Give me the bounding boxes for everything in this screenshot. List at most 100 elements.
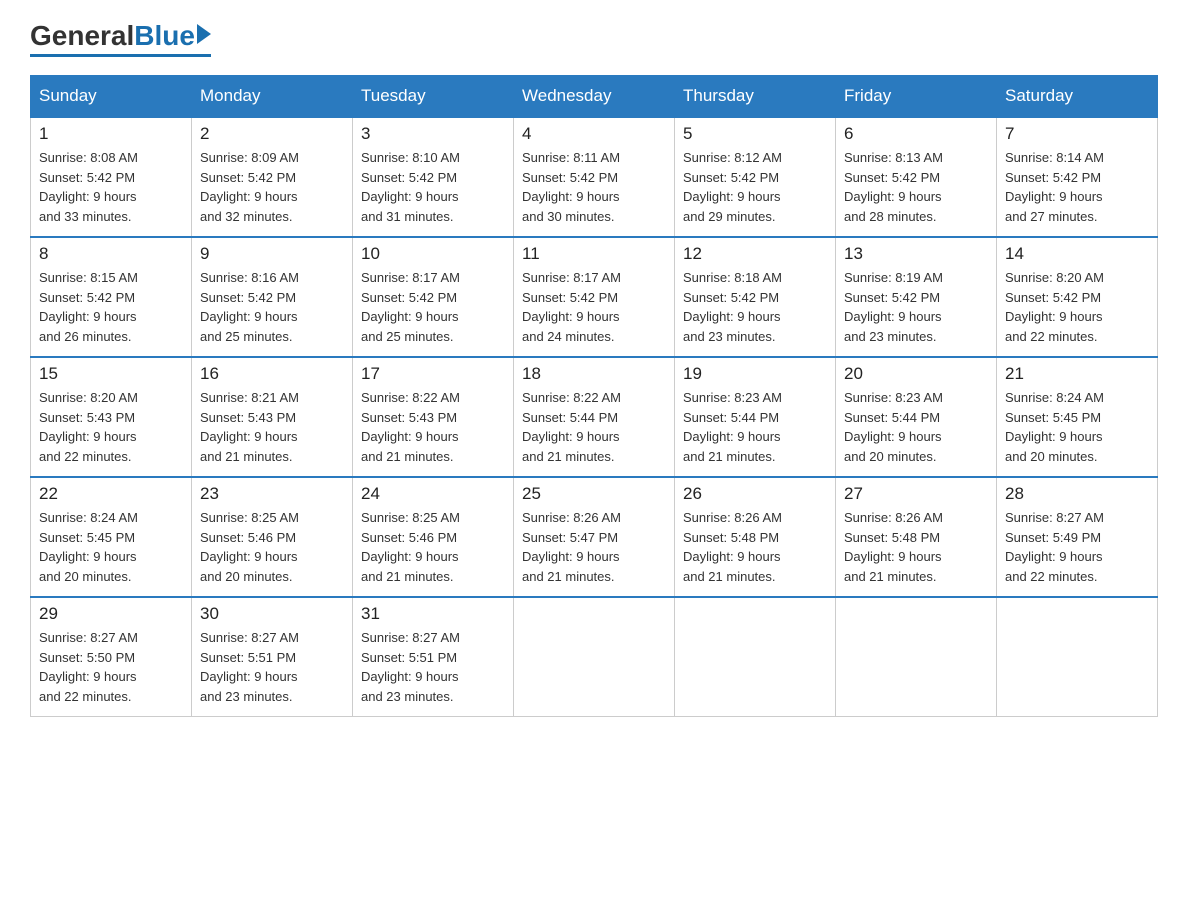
day-number: 6 — [844, 124, 988, 144]
weekday-header-tuesday: Tuesday — [353, 76, 514, 118]
day-cell-11: 11Sunrise: 8:17 AMSunset: 5:42 PMDayligh… — [514, 237, 675, 357]
day-cell-14: 14Sunrise: 8:20 AMSunset: 5:42 PMDayligh… — [997, 237, 1158, 357]
day-number: 22 — [39, 484, 183, 504]
empty-cell — [836, 597, 997, 717]
day-info: Sunrise: 8:25 AMSunset: 5:46 PMDaylight:… — [200, 508, 344, 586]
day-cell-20: 20 Sunrise: 8:23 AMSunset: 5:44 PMDayligh… — [836, 357, 997, 477]
page-header: General Blue — [30, 20, 1158, 57]
logo-blue-text: Blue — [134, 20, 195, 52]
day-info: Sunrise: 8:22 AMSunset: 5:43 PMDaylight:… — [361, 388, 505, 466]
day-cell-25: 25 Sunrise: 8:26 AMSunset: 5:47 PMDayligh… — [514, 477, 675, 597]
day-info: Sunrise: 8:27 AMSunset: 5:49 PMDaylight:… — [1005, 508, 1149, 586]
day-number: 8 — [39, 244, 183, 264]
weekday-header-sunday: Sunday — [31, 76, 192, 118]
day-number: 23 — [200, 484, 344, 504]
day-number: 3 — [361, 124, 505, 144]
empty-cell — [997, 597, 1158, 717]
day-info: Sunrise: 8:17 AMSunset: 5:42 PMDaylight:… — [361, 268, 505, 346]
day-info: Sunrise: 8:20 AMSunset: 5:42 PMDaylight:… — [1005, 268, 1149, 346]
day-cell-7: 7 Sunrise: 8:14 AMSunset: 5:42 PMDaylight… — [997, 117, 1158, 237]
day-info: Sunrise: 8:10 AMSunset: 5:42 PMDaylight:… — [361, 148, 505, 226]
day-info: Sunrise: 8:27 AMSunset: 5:51 PMDaylight:… — [200, 628, 344, 706]
day-cell-27: 27 Sunrise: 8:26 AMSunset: 5:48 PMDayligh… — [836, 477, 997, 597]
day-number: 13 — [844, 244, 988, 264]
day-number: 16 — [200, 364, 344, 384]
week-row-5: 29Sunrise: 8:27 AMSunset: 5:50 PMDayligh… — [31, 597, 1158, 717]
day-number: 31 — [361, 604, 505, 624]
day-number: 25 — [522, 484, 666, 504]
day-cell-16: 16Sunrise: 8:21 AMSunset: 5:43 PMDayligh… — [192, 357, 353, 477]
weekday-header-monday: Monday — [192, 76, 353, 118]
empty-cell — [675, 597, 836, 717]
day-cell-10: 10 Sunrise: 8:17 AMSunset: 5:42 PMDayligh… — [353, 237, 514, 357]
day-number: 4 — [522, 124, 666, 144]
day-info: Sunrise: 8:18 AMSunset: 5:42 PMDaylight:… — [683, 268, 827, 346]
logo-underline — [30, 54, 211, 57]
day-info: Sunrise: 8:11 AMSunset: 5:42 PMDaylight:… — [522, 148, 666, 226]
day-cell-22: 22 Sunrise: 8:24 AMSunset: 5:45 PMDayligh… — [31, 477, 192, 597]
day-info: Sunrise: 8:25 AMSunset: 5:46 PMDaylight:… — [361, 508, 505, 586]
weekday-header-friday: Friday — [836, 76, 997, 118]
week-row-4: 22 Sunrise: 8:24 AMSunset: 5:45 PMDayligh… — [31, 477, 1158, 597]
day-cell-24: 24 Sunrise: 8:25 AMSunset: 5:46 PMDayligh… — [353, 477, 514, 597]
logo-general-text: General — [30, 20, 134, 52]
day-info: Sunrise: 8:17 AMSunset: 5:42 PMDaylight:… — [522, 268, 666, 346]
day-number: 7 — [1005, 124, 1149, 144]
day-info: Sunrise: 8:13 AMSunset: 5:42 PMDaylight:… — [844, 148, 988, 226]
week-row-3: 15 Sunrise: 8:20 AMSunset: 5:43 PMDayligh… — [31, 357, 1158, 477]
day-cell-9: 9Sunrise: 8:16 AMSunset: 5:42 PMDaylight… — [192, 237, 353, 357]
day-cell-3: 3 Sunrise: 8:10 AMSunset: 5:42 PMDaylight… — [353, 117, 514, 237]
day-info: Sunrise: 8:26 AMSunset: 5:48 PMDaylight:… — [683, 508, 827, 586]
day-info: Sunrise: 8:09 AMSunset: 5:42 PMDaylight:… — [200, 148, 344, 226]
day-number: 12 — [683, 244, 827, 264]
weekday-header-row: SundayMondayTuesdayWednesdayThursdayFrid… — [31, 76, 1158, 118]
day-info: Sunrise: 8:22 AMSunset: 5:44 PMDaylight:… — [522, 388, 666, 466]
day-number: 10 — [361, 244, 505, 264]
weekday-header-saturday: Saturday — [997, 76, 1158, 118]
day-cell-28: 28Sunrise: 8:27 AMSunset: 5:49 PMDayligh… — [997, 477, 1158, 597]
day-number: 30 — [200, 604, 344, 624]
day-number: 15 — [39, 364, 183, 384]
day-number: 19 — [683, 364, 827, 384]
day-number: 9 — [200, 244, 344, 264]
day-number: 17 — [361, 364, 505, 384]
day-cell-15: 15 Sunrise: 8:20 AMSunset: 5:43 PMDayligh… — [31, 357, 192, 477]
day-info: Sunrise: 8:24 AMSunset: 5:45 PMDaylight:… — [39, 508, 183, 586]
logo: General Blue — [30, 20, 211, 57]
day-number: 27 — [844, 484, 988, 504]
day-number: 26 — [683, 484, 827, 504]
empty-cell — [514, 597, 675, 717]
week-row-1: 1 Sunrise: 8:08 AMSunset: 5:42 PMDaylight… — [31, 117, 1158, 237]
day-cell-18: 18 Sunrise: 8:22 AMSunset: 5:44 PMDayligh… — [514, 357, 675, 477]
day-info: Sunrise: 8:14 AMSunset: 5:42 PMDaylight:… — [1005, 148, 1149, 226]
day-number: 18 — [522, 364, 666, 384]
day-cell-8: 8 Sunrise: 8:15 AMSunset: 5:42 PMDaylight… — [31, 237, 192, 357]
weekday-header-thursday: Thursday — [675, 76, 836, 118]
day-cell-31: 31 Sunrise: 8:27 AMSunset: 5:51 PMDayligh… — [353, 597, 514, 717]
day-cell-29: 29Sunrise: 8:27 AMSunset: 5:50 PMDayligh… — [31, 597, 192, 717]
day-number: 24 — [361, 484, 505, 504]
day-number: 1 — [39, 124, 183, 144]
day-cell-19: 19 Sunrise: 8:23 AMSunset: 5:44 PMDayligh… — [675, 357, 836, 477]
day-cell-4: 4 Sunrise: 8:11 AMSunset: 5:42 PMDaylight… — [514, 117, 675, 237]
day-info: Sunrise: 8:23 AMSunset: 5:44 PMDaylight:… — [844, 388, 988, 466]
day-number: 21 — [1005, 364, 1149, 384]
logo-triangle-icon — [197, 24, 211, 44]
day-cell-30: 30 Sunrise: 8:27 AMSunset: 5:51 PMDayligh… — [192, 597, 353, 717]
day-cell-13: 13 Sunrise: 8:19 AMSunset: 5:42 PMDayligh… — [836, 237, 997, 357]
day-number: 29 — [39, 604, 183, 624]
day-number: 20 — [844, 364, 988, 384]
day-info: Sunrise: 8:12 AMSunset: 5:42 PMDaylight:… — [683, 148, 827, 226]
day-info: Sunrise: 8:08 AMSunset: 5:42 PMDaylight:… — [39, 148, 183, 226]
weekday-header-wednesday: Wednesday — [514, 76, 675, 118]
day-number: 2 — [200, 124, 344, 144]
day-info: Sunrise: 8:19 AMSunset: 5:42 PMDaylight:… — [844, 268, 988, 346]
day-info: Sunrise: 8:26 AMSunset: 5:47 PMDaylight:… — [522, 508, 666, 586]
day-info: Sunrise: 8:15 AMSunset: 5:42 PMDaylight:… — [39, 268, 183, 346]
day-info: Sunrise: 8:23 AMSunset: 5:44 PMDaylight:… — [683, 388, 827, 466]
day-info: Sunrise: 8:27 AMSunset: 5:51 PMDaylight:… — [361, 628, 505, 706]
day-number: 5 — [683, 124, 827, 144]
day-info: Sunrise: 8:26 AMSunset: 5:48 PMDaylight:… — [844, 508, 988, 586]
day-cell-12: 12 Sunrise: 8:18 AMSunset: 5:42 PMDayligh… — [675, 237, 836, 357]
day-info: Sunrise: 8:20 AMSunset: 5:43 PMDaylight:… — [39, 388, 183, 466]
